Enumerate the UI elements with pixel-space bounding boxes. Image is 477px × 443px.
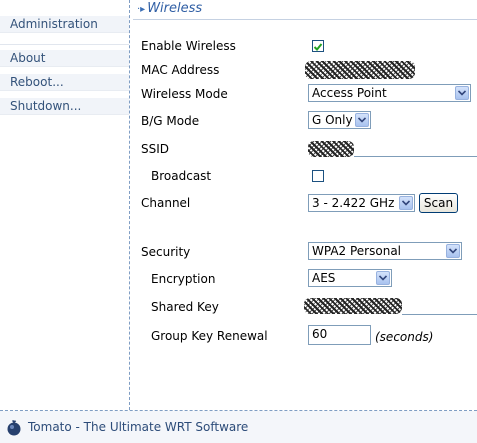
sidebar-item-reboot[interactable]: Reboot... bbox=[0, 74, 129, 91]
security-select[interactable]: WPA2 Personal bbox=[308, 242, 462, 260]
ssid-label: SSID bbox=[141, 142, 170, 156]
channel-select[interactable]: 3 - 2.422 GHz bbox=[308, 194, 415, 212]
encryption-select[interactable]: AES bbox=[308, 269, 392, 287]
section-title-text: Wireless bbox=[147, 1, 203, 16]
chevron-down-icon[interactable] bbox=[399, 196, 413, 210]
encryption-label: Encryption bbox=[151, 272, 216, 286]
wireless-mode-select[interactable]: Access Point bbox=[308, 84, 471, 102]
shared-key-input[interactable] bbox=[402, 314, 477, 315]
broadcast-label: Broadcast bbox=[151, 169, 212, 183]
bg-mode-value: G Only bbox=[312, 113, 353, 127]
chevron-down-icon[interactable] bbox=[446, 244, 460, 258]
chevron-down-icon[interactable] bbox=[455, 86, 469, 100]
broadcast-checkbox[interactable] bbox=[312, 170, 324, 182]
tomato-logo-icon bbox=[7, 420, 21, 436]
sidebar-separator bbox=[129, 0, 130, 410]
footer: Tomato - The Ultimate WRT Software bbox=[0, 411, 477, 443]
scan-button[interactable]: Scan bbox=[419, 193, 458, 213]
chevron-down-icon[interactable] bbox=[355, 113, 369, 127]
group-key-renewal-input[interactable]: 60 bbox=[308, 325, 371, 345]
sidebar: Administration About Reboot... Shutdown.… bbox=[0, 0, 129, 408]
mac-address-value-obscured bbox=[305, 61, 415, 79]
security-label: Security bbox=[141, 245, 191, 259]
enable-wireless-checkbox[interactable] bbox=[312, 40, 324, 52]
sidebar-item-about[interactable]: About bbox=[0, 50, 129, 67]
encryption-value: AES bbox=[312, 271, 336, 285]
section-title: ·▸ Wireless bbox=[137, 1, 202, 17]
checkmark-icon bbox=[313, 43, 323, 51]
sidebar-item-administration[interactable]: Administration bbox=[0, 16, 129, 33]
ssid-input[interactable] bbox=[354, 156, 477, 157]
group-key-renewal-label: Group Key Renewal bbox=[151, 329, 268, 343]
wireless-mode-label: Wireless Mode bbox=[141, 87, 228, 101]
mac-address-label: MAC Address bbox=[141, 63, 220, 77]
shared-key-label: Shared Key bbox=[151, 300, 219, 314]
bg-mode-select[interactable]: G Only bbox=[308, 111, 371, 129]
shared-key-value-obscured bbox=[304, 298, 402, 314]
sidebar-divider bbox=[0, 44, 129, 45]
security-value: WPA2 Personal bbox=[312, 244, 402, 258]
chevron-down-icon[interactable] bbox=[376, 271, 390, 285]
group-key-renewal-unit: (seconds) bbox=[375, 330, 434, 344]
footer-text: Tomato - The Ultimate WRT Software bbox=[28, 420, 249, 434]
ssid-value-obscured bbox=[308, 141, 354, 157]
bg-mode-label: B/G Mode bbox=[141, 114, 200, 128]
enable-wireless-label: Enable Wireless bbox=[141, 39, 236, 53]
sidebar-item-shutdown[interactable]: Shutdown... bbox=[0, 98, 129, 115]
channel-value: 3 - 2.422 GHz bbox=[312, 196, 395, 210]
channel-label: Channel bbox=[141, 196, 191, 210]
arrow-icon: ·▸ bbox=[137, 4, 146, 15]
section-rule bbox=[133, 19, 477, 20]
wireless-mode-value: Access Point bbox=[312, 86, 387, 100]
